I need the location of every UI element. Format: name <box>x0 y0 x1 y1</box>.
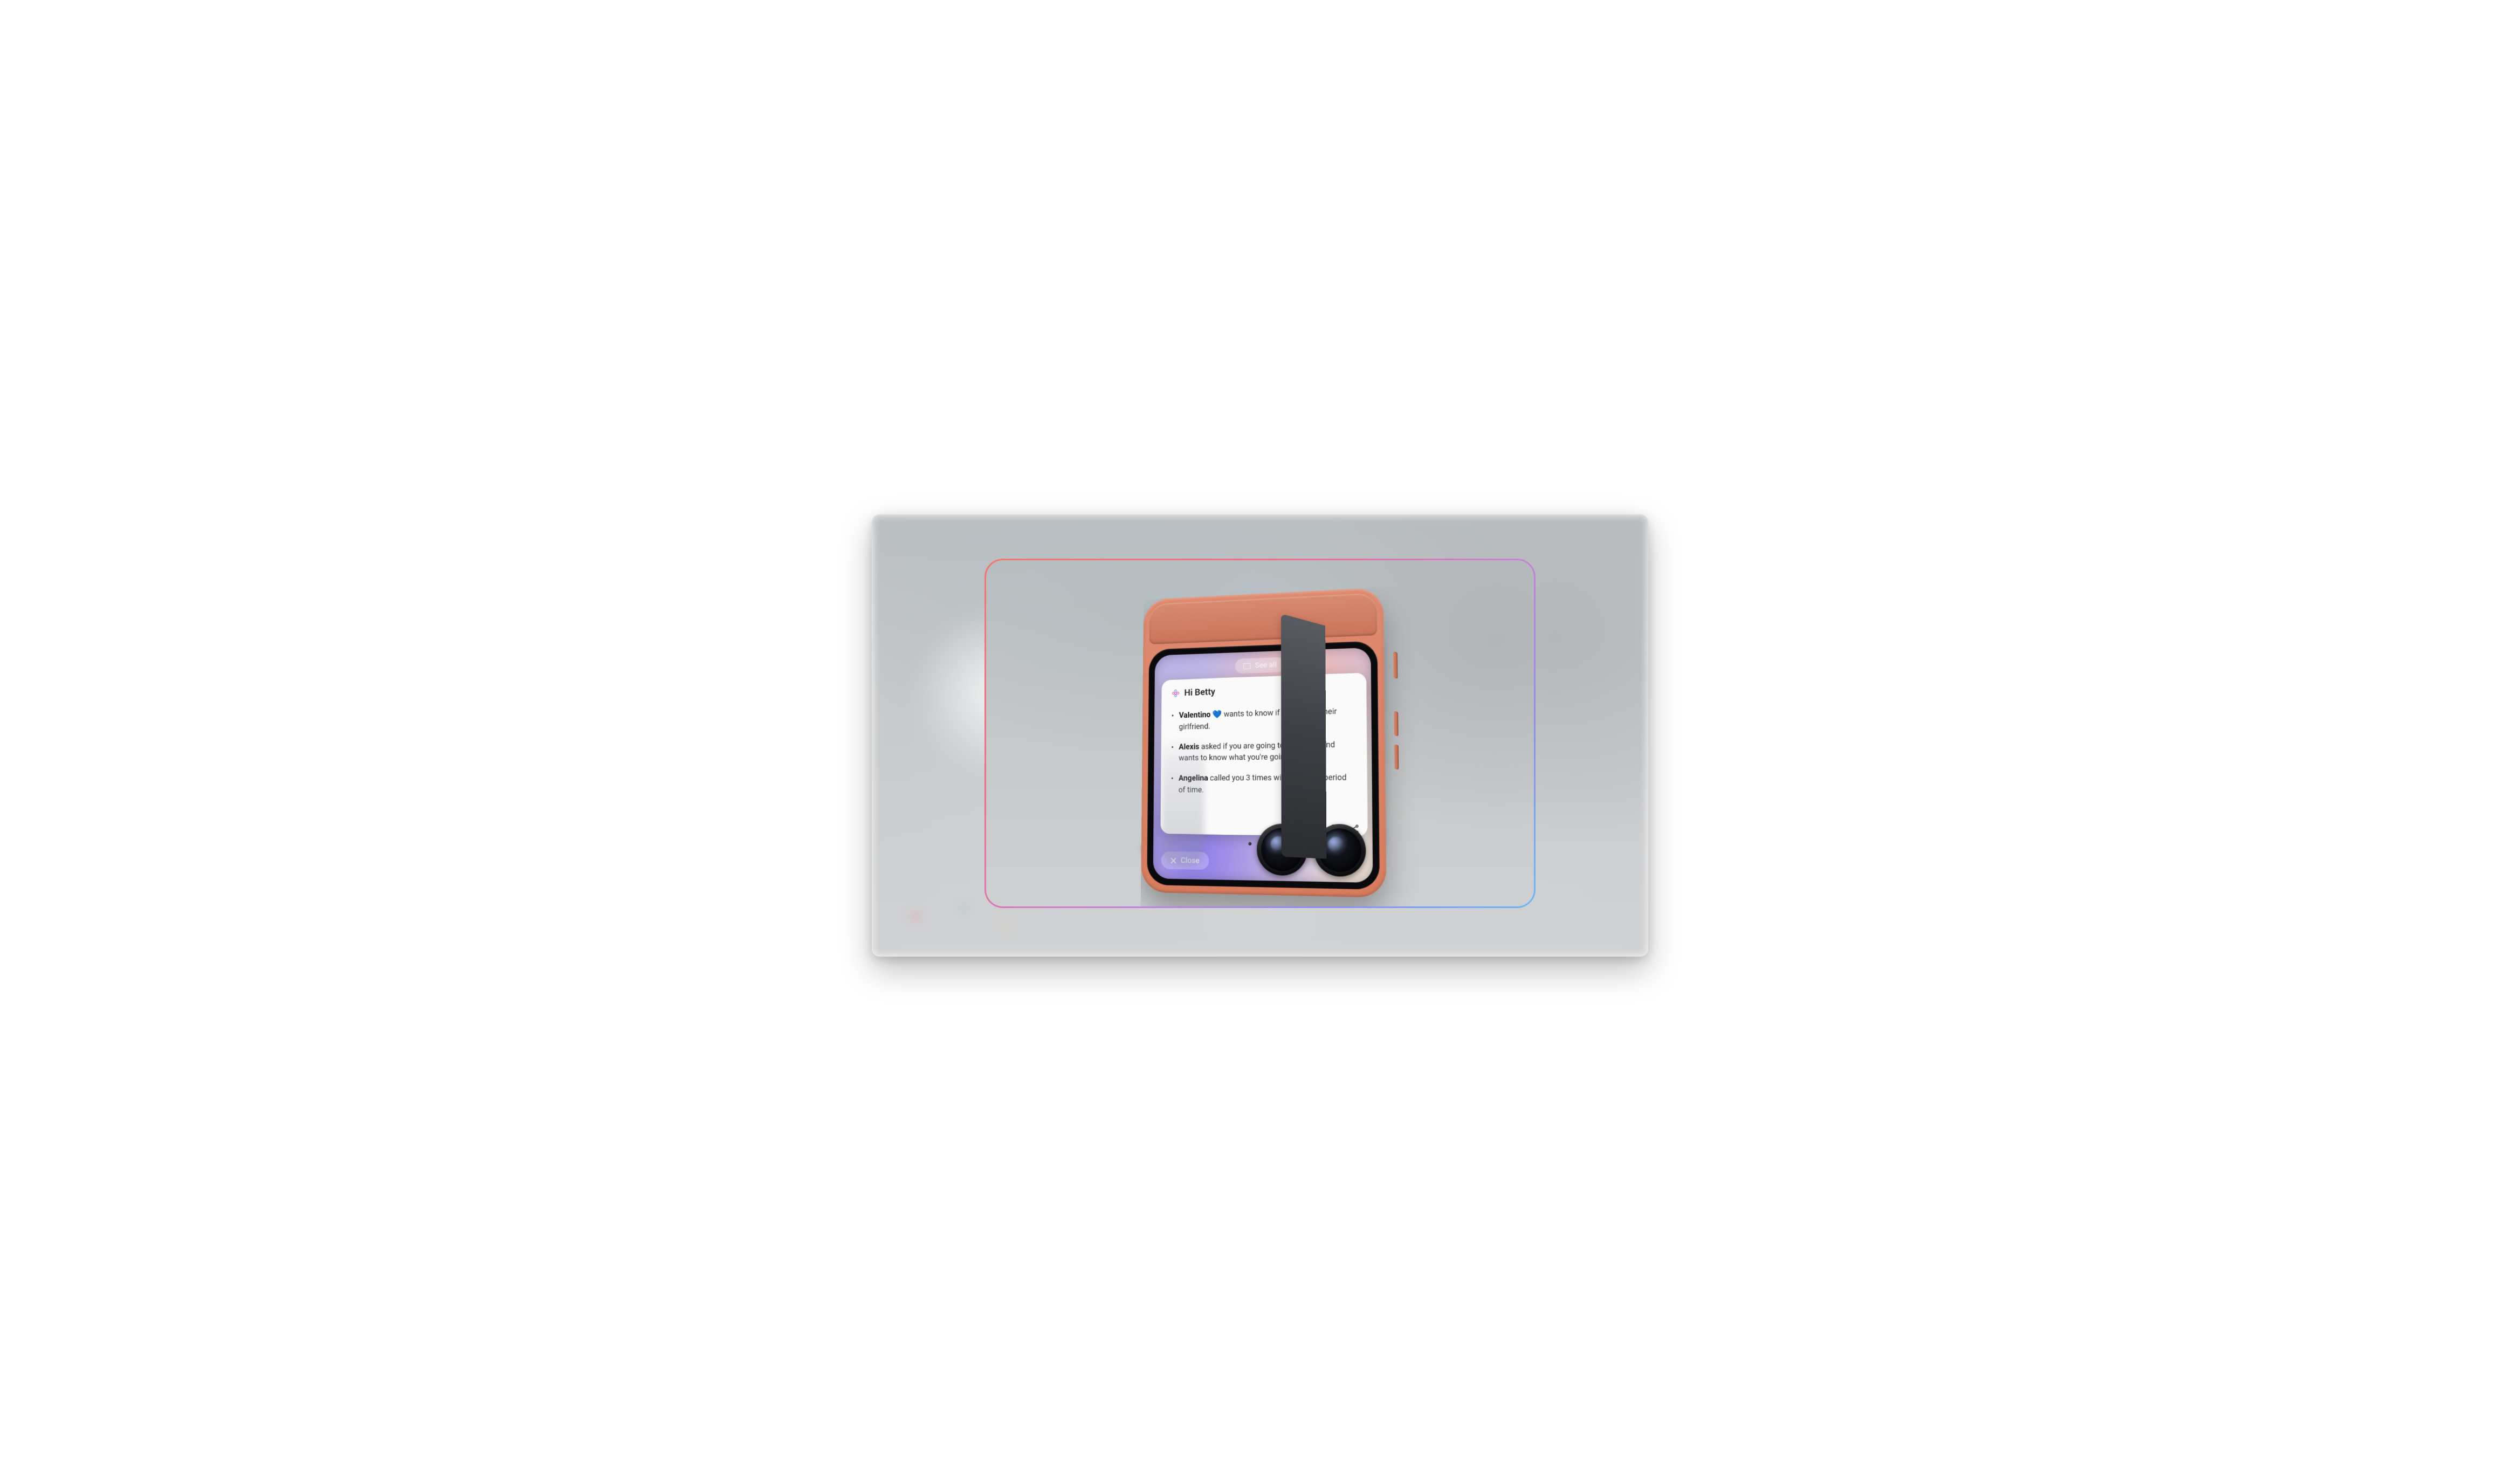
proximity-sensor <box>1248 842 1251 846</box>
ai-summary-card[interactable]: Hi Betty Valentino 💙 wants to know if yo… <box>1160 672 1367 836</box>
contact-name: Alexis <box>1179 742 1199 751</box>
highlight-frame-inner: See all <box>986 560 1534 906</box>
phone-bezel: See all <box>1147 641 1380 890</box>
card-actions <box>1329 824 1360 835</box>
greeting-text: Hi Betty <box>1184 686 1215 698</box>
phone-side-buttons <box>1393 651 1400 819</box>
heart-icon: 💙 <box>1213 710 1222 719</box>
contact-name: Valentino <box>1179 710 1211 720</box>
phone-front-panel: See all <box>1141 587 1387 898</box>
phone-cover-screen: See all <box>1153 648 1373 883</box>
phone-device: See all <box>1126 586 1404 898</box>
see-all-label: See all <box>1255 661 1277 670</box>
list-item: Alexis asked if you are going to the gam… <box>1171 738 1355 764</box>
highlight-frame: See all <box>984 559 1536 908</box>
camera-lens-2 <box>1314 824 1366 877</box>
phone-hinge <box>1149 593 1377 644</box>
app-window: See all <box>872 514 1648 957</box>
item-text: asked if you are going to the game and w… <box>1179 740 1335 763</box>
close-label: Close <box>1181 856 1200 865</box>
list-item: Angelina called you 3 times within a sho… <box>1171 772 1356 796</box>
camera-lens-1 <box>1257 823 1307 876</box>
close-icon <box>1171 857 1176 863</box>
see-all-button[interactable]: See all <box>1235 657 1285 674</box>
volume-up-button <box>1394 711 1398 736</box>
close-button[interactable]: Close <box>1161 851 1209 870</box>
copy-icon[interactable] <box>1329 824 1339 834</box>
power-button <box>1393 651 1397 679</box>
see-all-icon <box>1243 663 1251 669</box>
card-header: Hi Betty <box>1172 682 1355 698</box>
ai-flower-icon <box>1172 689 1180 697</box>
volume-down-button <box>1394 744 1399 769</box>
share-icon[interactable] <box>1349 824 1360 834</box>
summary-list: Valentino 💙 wants to know if you will be… <box>1171 705 1356 796</box>
list-item: Valentino 💙 wants to know if you will be… <box>1172 705 1355 733</box>
contact-name: Angelina <box>1179 774 1208 783</box>
